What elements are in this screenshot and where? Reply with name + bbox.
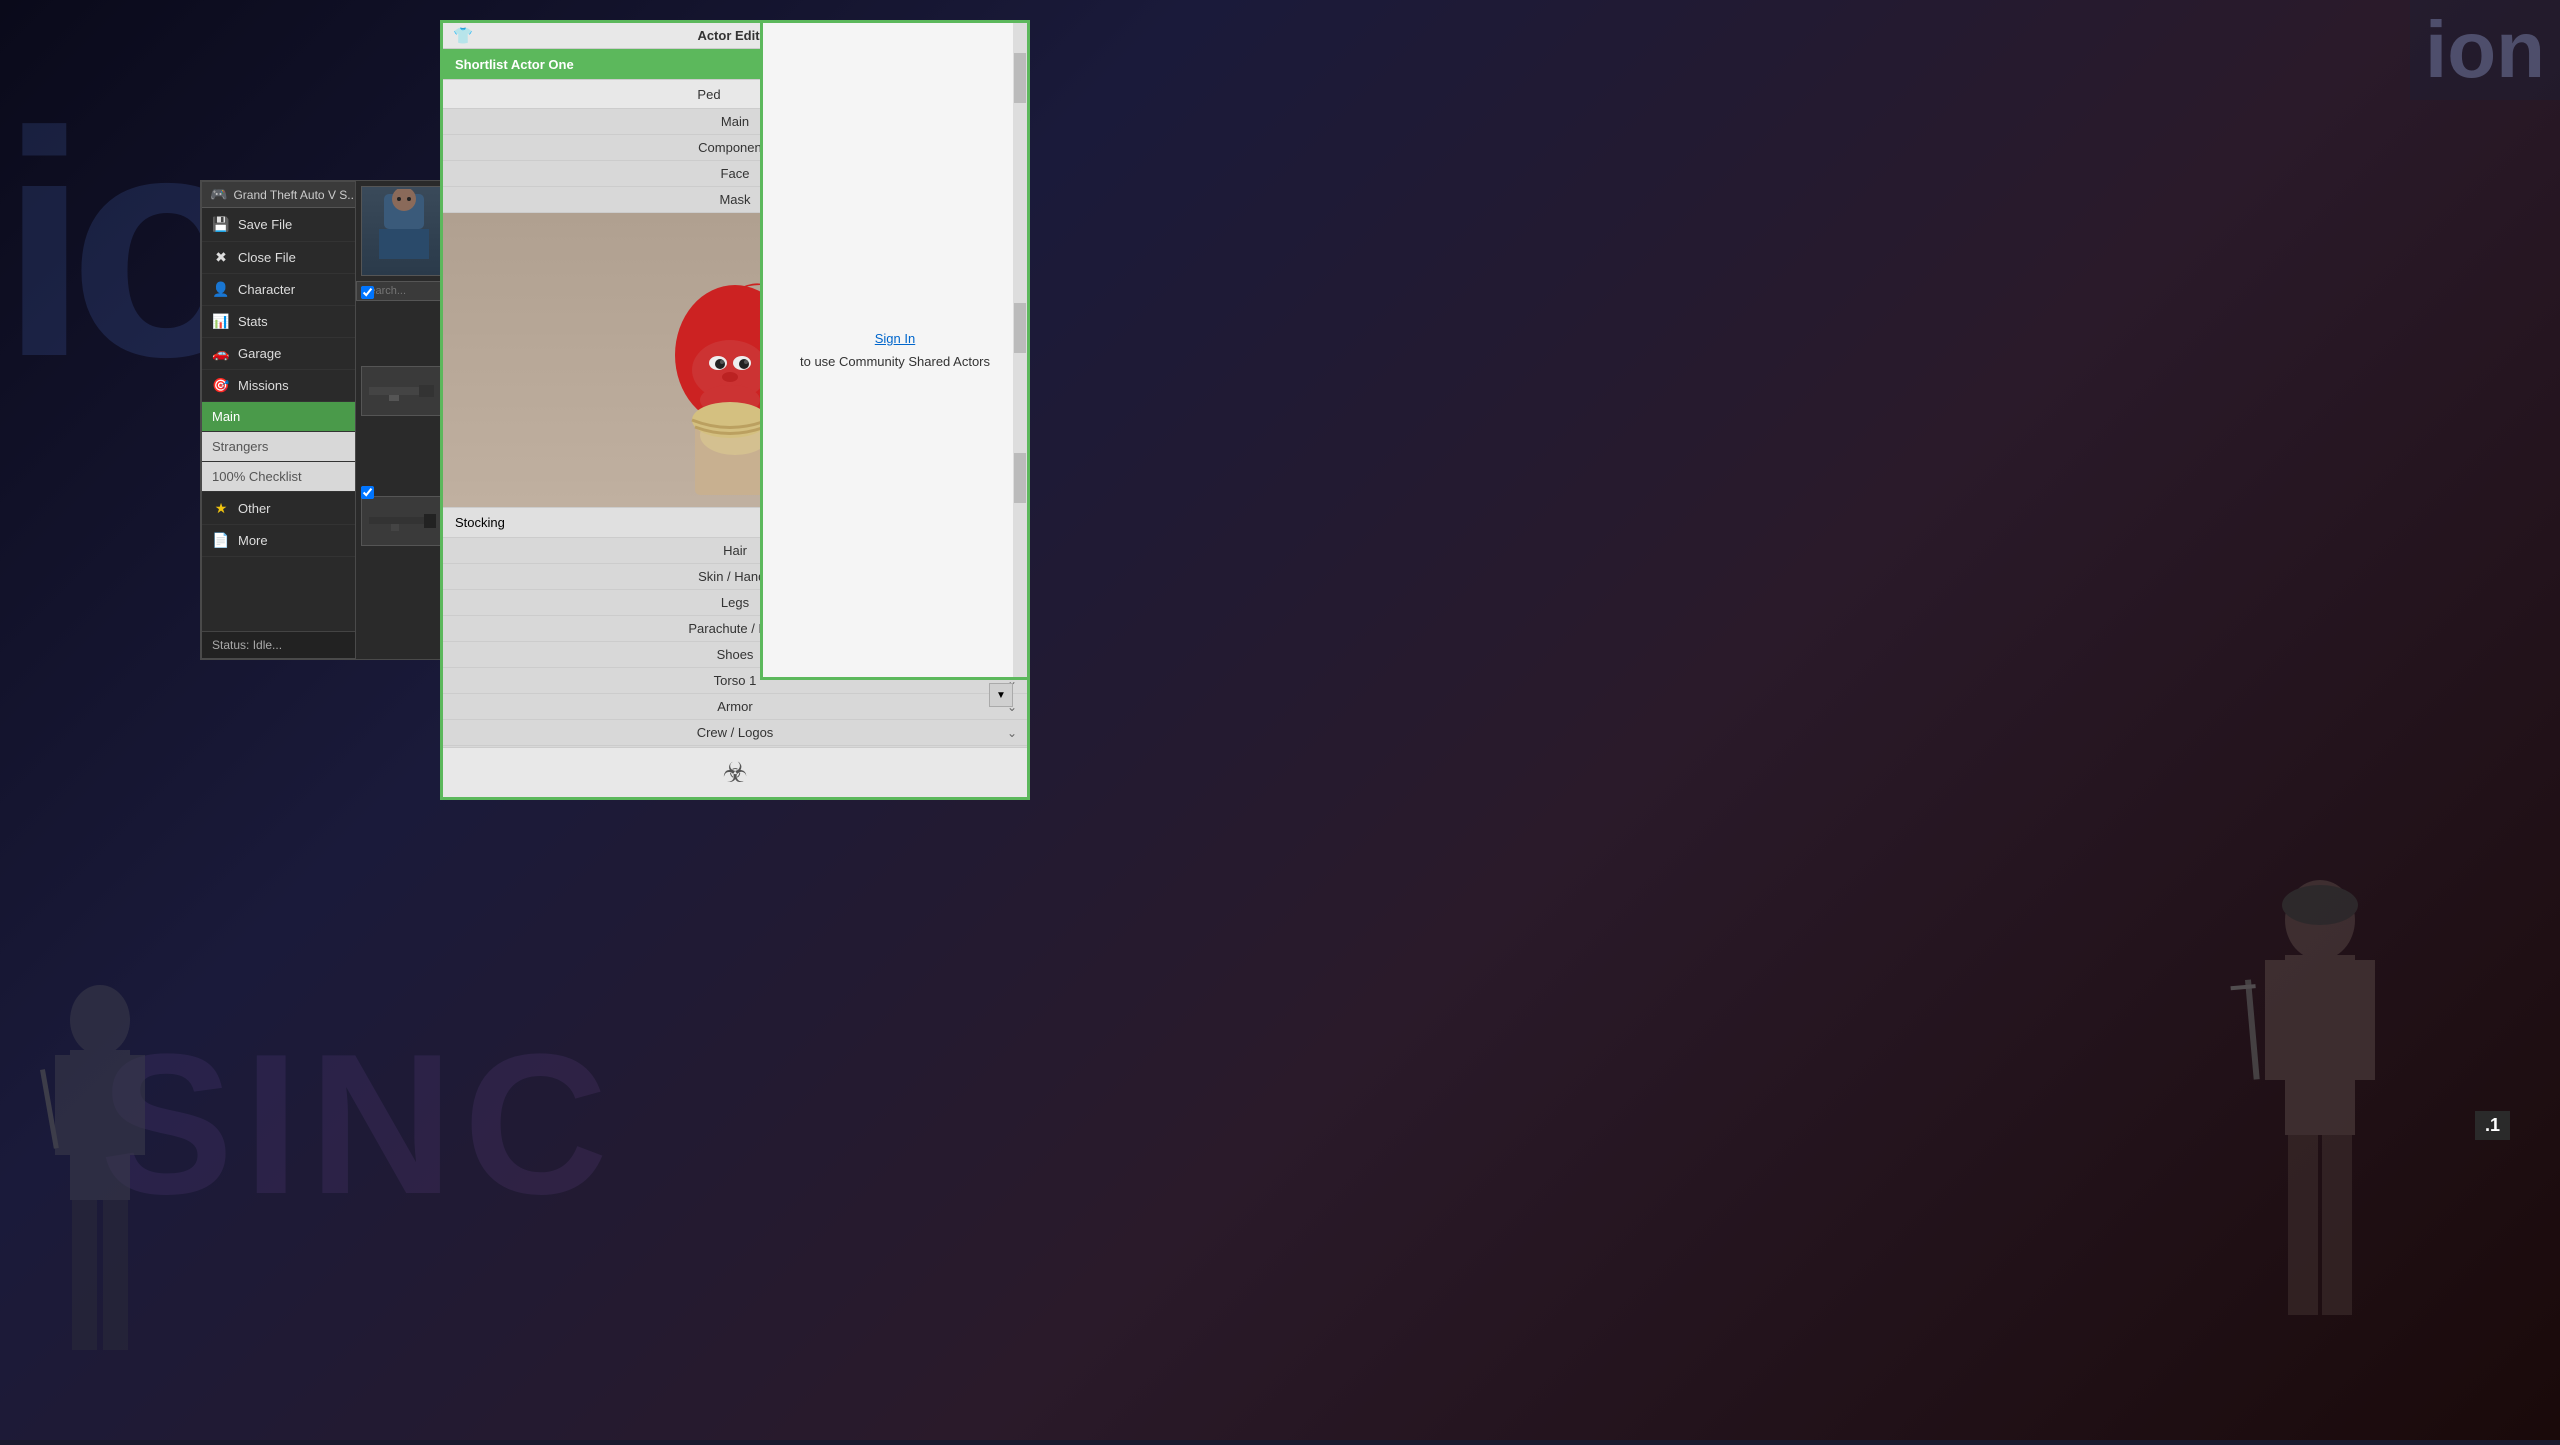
community-scrollbar-thumb3	[1014, 453, 1026, 503]
sidebar-item-label-checklist: 100% Checklist	[212, 469, 302, 484]
bottom-bar: ☣	[443, 747, 1027, 797]
section-crew-logos[interactable]: Crew / Logos ⌄	[443, 720, 1027, 746]
left-soldier-area	[0, 940, 200, 1440]
small-dropdown-button[interactable]: ▼	[989, 683, 1013, 707]
gun-thumbnail-1[interactable]	[361, 366, 446, 416]
other-star-icon: ★	[212, 500, 230, 517]
close-file-icon: ✖	[212, 249, 230, 266]
stats-icon: 📊	[212, 313, 230, 330]
sidebar-item-label-strangers: Strangers	[212, 439, 268, 454]
section-legs-label: Legs	[721, 595, 749, 610]
gta-sidebar-icon: 🎮	[210, 186, 227, 203]
sidebar-item-label-missions: Missions	[238, 378, 289, 393]
section-main-label: Main	[721, 114, 749, 129]
sign-in-link[interactable]: Sign In	[875, 331, 915, 346]
thumb-checkbox-1[interactable]	[361, 286, 374, 299]
sidebar-item-label-close: Close File	[238, 250, 296, 265]
section-torso1-label: Torso 1	[714, 673, 757, 688]
community-panel: Sign In to use Community Shared Actors ▼	[760, 20, 1030, 680]
top-right-area: ion	[2410, 0, 2560, 100]
section-hair-label: Hair	[723, 543, 747, 558]
save-icon: 💾	[212, 216, 230, 233]
section-mask-label: Mask	[719, 192, 750, 207]
section-shoes-label: Shoes	[717, 647, 754, 662]
section-crew-label: Crew / Logos	[697, 725, 774, 740]
more-icon: 📄	[212, 532, 230, 549]
section-crew-arrow: ⌄	[1007, 726, 1017, 740]
gta-sidebar-title: Grand Theft Auto V S...	[233, 188, 357, 202]
community-scrollbar-thumb2	[1014, 303, 1026, 353]
section-armor[interactable]: Armor ⌄	[443, 694, 1027, 720]
missions-icon: 🎯	[212, 377, 230, 394]
section-face-label: Face	[721, 166, 750, 181]
character-icon: 👤	[212, 281, 230, 298]
sign-in-description: to use Community Shared Actors	[800, 354, 990, 369]
biohazard-icon: ☣	[722, 756, 747, 789]
sidebar-item-label-garage: Garage	[238, 346, 281, 361]
right-soldier-area	[2160, 840, 2480, 1440]
community-scrollbar-thumb	[1014, 53, 1026, 103]
sidebar-item-label-character: Character	[238, 282, 295, 297]
thumbnail-panel	[355, 180, 450, 660]
sidebar-item-label-stats: Stats	[238, 314, 268, 329]
community-content: Sign In to use Community Shared Actors	[763, 23, 1027, 677]
gun-thumbnail-2[interactable]	[361, 496, 446, 546]
sidebar-item-label-other: Other	[238, 501, 271, 516]
version-badge: .1	[2475, 1111, 2510, 1140]
garage-icon: 🚗	[212, 345, 230, 362]
sidebar-item-label-save: Save File	[238, 217, 292, 232]
thumb-checkbox-2[interactable]	[361, 486, 374, 499]
actor-editor-title-icon: 👕	[453, 26, 473, 46]
status-text: Status: Idle...	[212, 638, 282, 652]
section-torso2[interactable]: Torso 2 ⌄	[443, 746, 1027, 747]
community-scrollbar-track[interactable]	[1013, 23, 1027, 677]
section-armor-label: Armor	[717, 699, 752, 714]
character-thumbnail[interactable]	[361, 186, 446, 276]
sidebar-item-label-main: Main	[212, 409, 240, 424]
sidebar-item-label-more: More	[238, 533, 268, 548]
